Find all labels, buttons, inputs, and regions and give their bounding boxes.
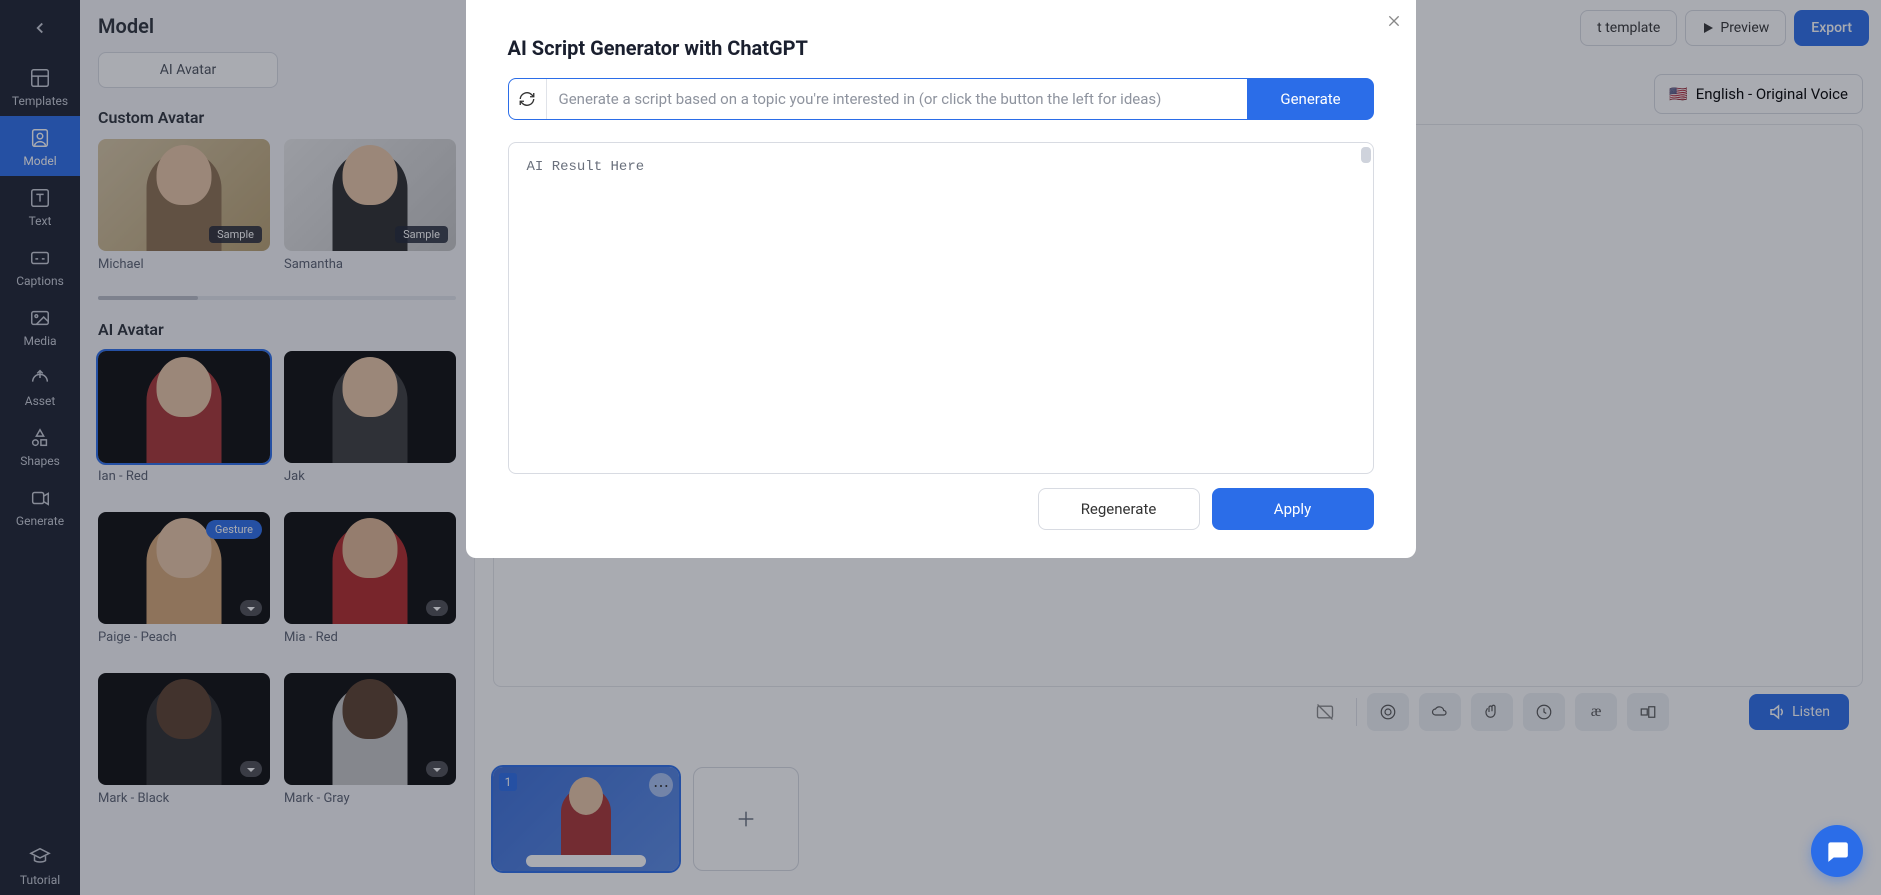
close-button[interactable] xyxy=(1386,10,1402,34)
regenerate-button[interactable]: Regenerate xyxy=(1038,488,1200,530)
ai-script-modal: AI Script Generator with ChatGPT Generat… xyxy=(466,0,1416,558)
modal-overlay[interactable]: AI Script Generator with ChatGPT Generat… xyxy=(0,0,1881,895)
chat-icon xyxy=(1824,838,1850,864)
apply-button[interactable]: Apply xyxy=(1212,488,1374,530)
result-box[interactable]: AI Result Here xyxy=(508,142,1374,474)
close-icon xyxy=(1386,13,1402,29)
modal-title: AI Script Generator with ChatGPT xyxy=(508,36,1374,60)
prompt-input[interactable] xyxy=(547,79,1247,119)
ideas-button[interactable] xyxy=(509,79,547,119)
generate-button[interactable]: Generate xyxy=(1248,78,1374,120)
result-placeholder: AI Result Here xyxy=(527,159,1355,175)
prompt-container xyxy=(508,78,1248,120)
refresh-icon xyxy=(518,90,536,108)
scrollbar[interactable] xyxy=(1361,147,1371,163)
chat-fab[interactable] xyxy=(1811,825,1863,877)
